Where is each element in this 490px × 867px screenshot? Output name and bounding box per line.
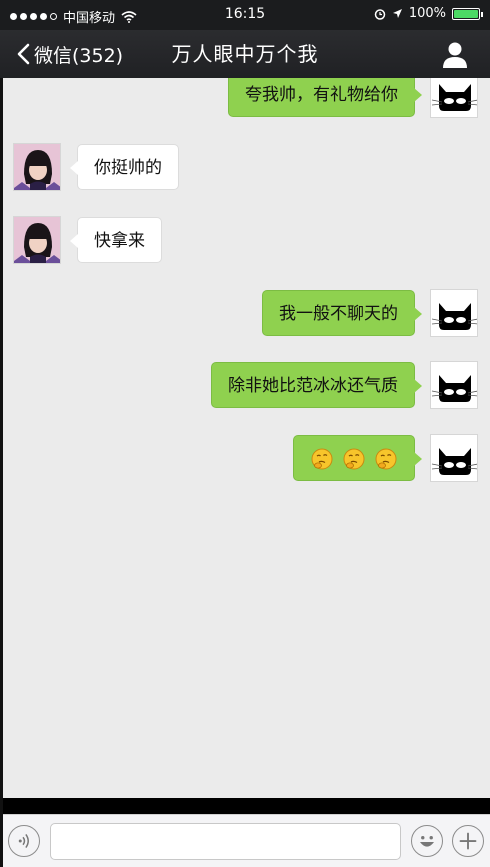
message-row-outgoing: 我一般不聊天的	[3, 289, 490, 339]
chat-area[interactable]: 夸我帅，有礼物给你 你挺帅的 快拿来 我一般不聊天的 除非她比范冰冰还气质	[3, 78, 490, 798]
alarm-icon	[374, 8, 386, 20]
profile-icon[interactable]	[440, 40, 470, 70]
input-bar	[3, 814, 490, 867]
chevron-left-icon	[17, 43, 30, 65]
my-avatar[interactable]	[430, 289, 478, 337]
message-bubble-outgoing[interactable]: 夸我帅，有礼物给你	[228, 78, 422, 117]
message-row-outgoing: 夸我帅，有礼物给你	[3, 78, 490, 120]
cat-avatar-icon	[431, 84, 477, 111]
cat-avatar-icon	[431, 375, 477, 402]
emoji-picker-icon[interactable]	[411, 825, 443, 857]
status-bar: 中国移动 16:15 100%	[0, 0, 490, 30]
my-avatar[interactable]	[430, 78, 478, 118]
message-row-outgoing	[3, 434, 490, 484]
girl-photo-avatar-icon	[14, 217, 60, 263]
input-divider	[3, 798, 490, 814]
thinking-face-icon	[343, 448, 365, 470]
nav-bar: 微信(352) 万人眼中万个我	[0, 30, 490, 78]
thinking-face-icon	[375, 448, 397, 470]
girl-photo-avatar-icon	[14, 144, 60, 190]
contact-avatar[interactable]	[13, 216, 61, 264]
message-row-incoming: 你挺帅的	[3, 143, 490, 193]
location-arrow-icon	[392, 9, 402, 18]
voice-input-icon[interactable]	[8, 825, 40, 857]
back-button[interactable]: 微信(352)	[16, 30, 123, 78]
message-row-incoming: 快拿来	[3, 216, 490, 266]
contact-avatar[interactable]	[13, 143, 61, 191]
my-avatar[interactable]	[430, 361, 478, 409]
thinking-face-icon	[311, 448, 333, 470]
message-bubble-emoji[interactable]	[293, 435, 422, 482]
more-actions-icon[interactable]	[452, 825, 484, 857]
message-bubble-outgoing[interactable]: 我一般不聊天的	[262, 290, 422, 336]
my-avatar[interactable]	[430, 434, 478, 482]
message-bubble-incoming[interactable]: 快拿来	[70, 217, 162, 263]
emoji-group	[310, 436, 398, 482]
battery-percent: 100%	[408, 6, 446, 21]
cat-avatar-icon	[431, 448, 477, 475]
status-right: 100%	[374, 6, 483, 21]
message-bubble-incoming[interactable]: 你挺帅的	[70, 144, 179, 190]
message-input[interactable]	[50, 823, 401, 860]
back-label: 微信(352)	[34, 44, 124, 67]
battery-icon	[452, 7, 483, 20]
cat-avatar-icon	[431, 303, 477, 330]
message-row-outgoing: 除非她比范冰冰还气质	[3, 361, 490, 411]
message-bubble-outgoing[interactable]: 除非她比范冰冰还气质	[211, 362, 422, 408]
